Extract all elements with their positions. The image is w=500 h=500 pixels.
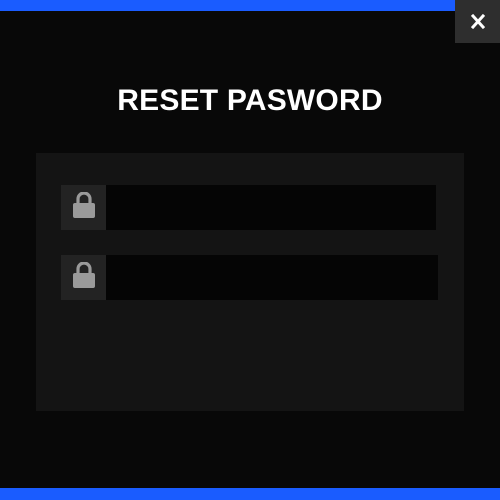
top-accent-bar: [0, 0, 500, 11]
new-password-input[interactable]: [106, 185, 436, 230]
modal-title: RESET PASWORD: [117, 84, 383, 117]
field-icon-box: [61, 185, 106, 230]
close-button[interactable]: [455, 0, 500, 43]
new-password-field-row: [61, 185, 436, 230]
field-icon-box: [61, 255, 106, 300]
reset-password-form: [36, 153, 464, 411]
bottom-accent-bar: [0, 488, 500, 500]
lock-icon: [72, 261, 95, 293]
confirm-password-input[interactable]: [106, 255, 438, 300]
lock-icon: [72, 191, 95, 223]
confirm-password-field-row: [61, 255, 438, 300]
close-icon: [470, 14, 485, 29]
